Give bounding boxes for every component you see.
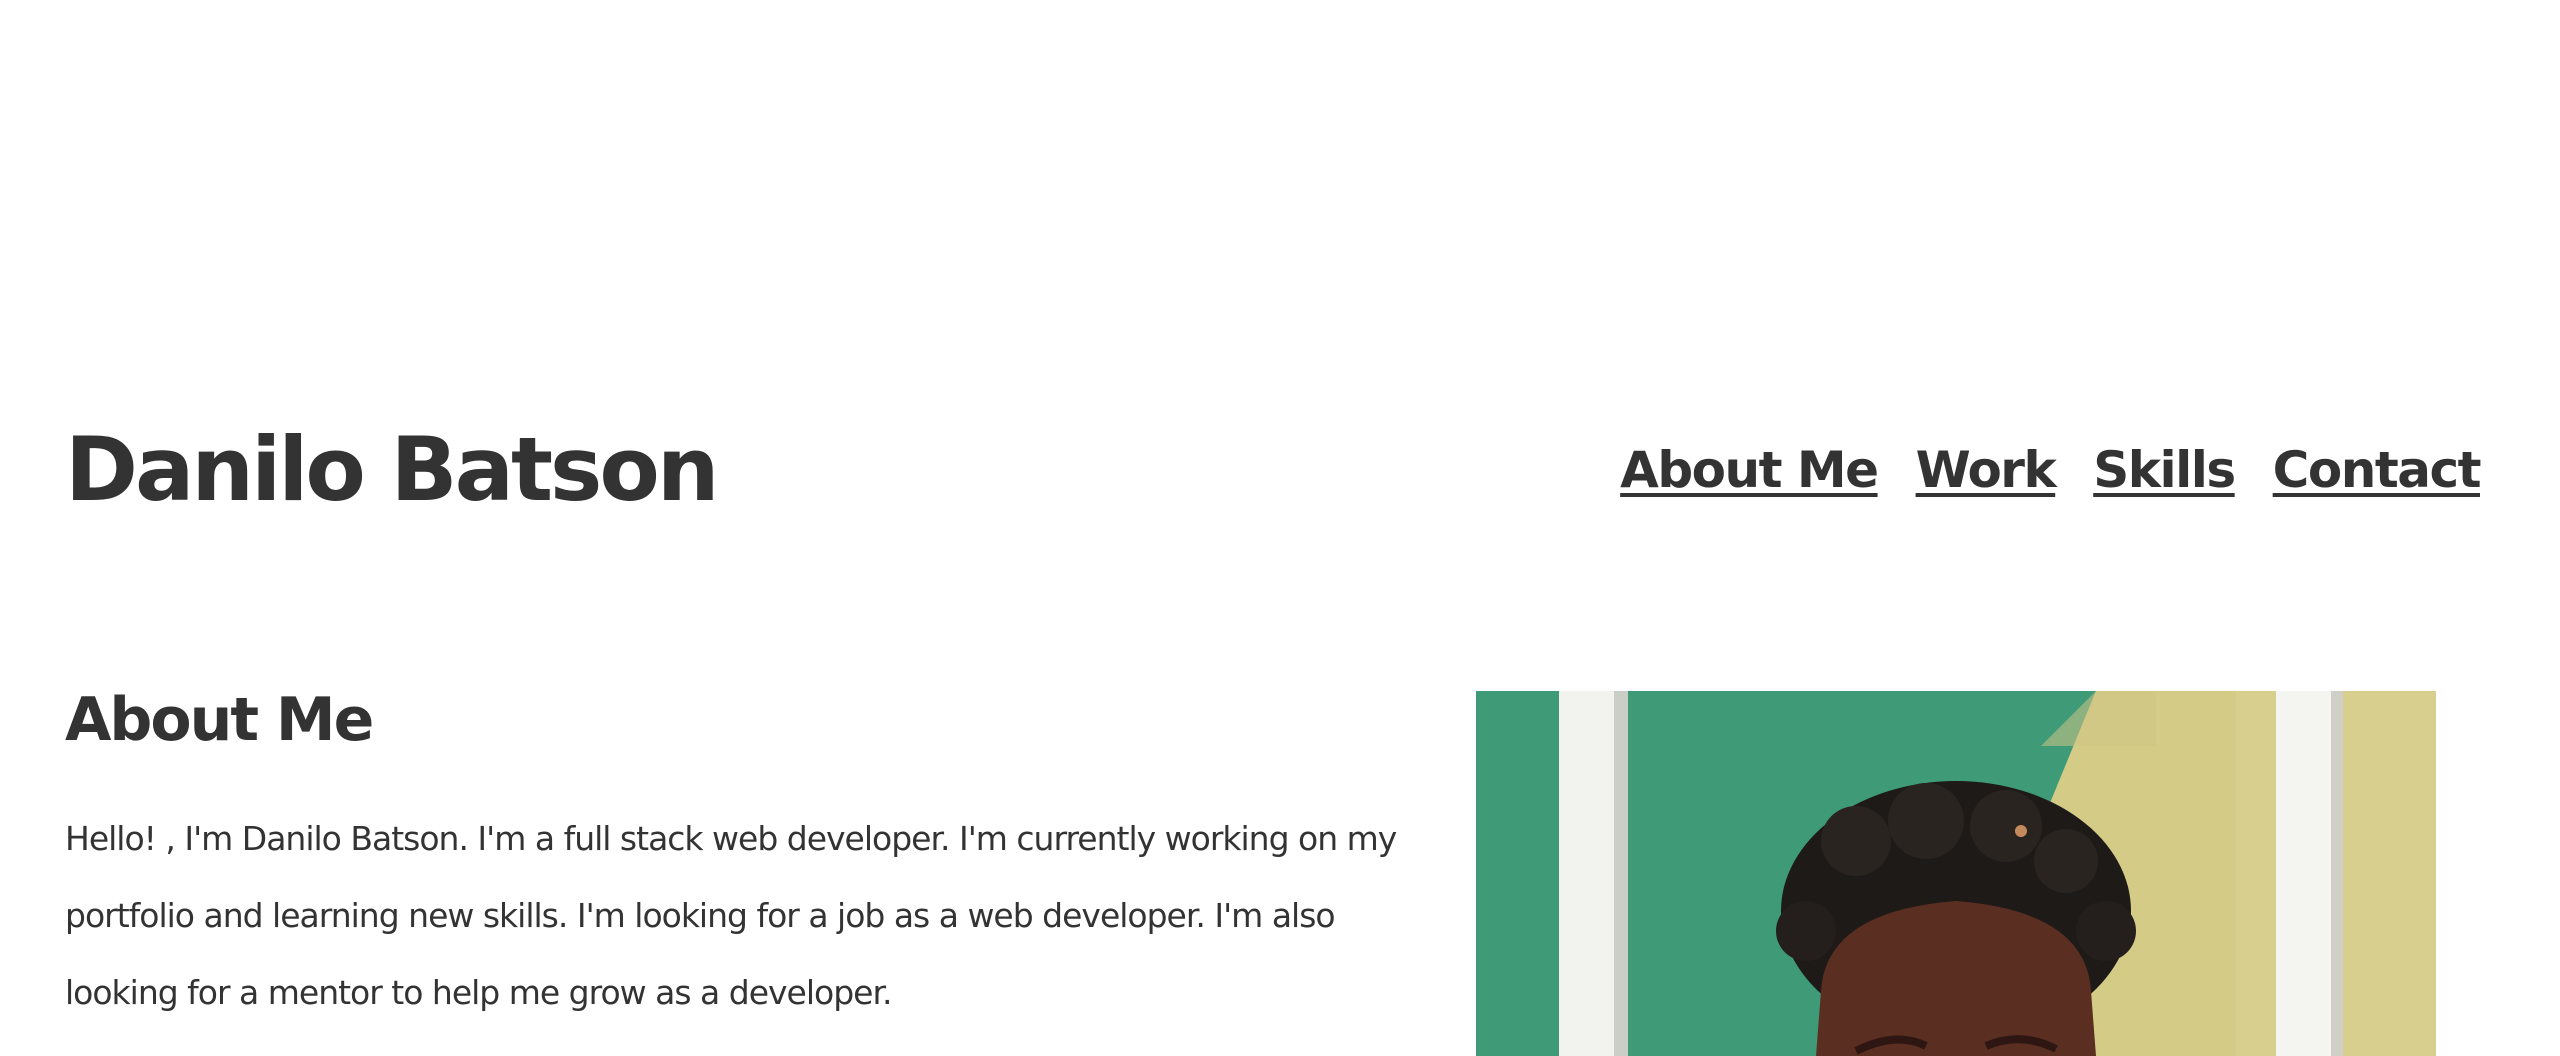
about-heading: About Me: [65, 685, 374, 755]
nav-link-skills[interactable]: Skills: [2093, 440, 2236, 500]
nav-link-about-me[interactable]: About Me: [1620, 440, 1879, 500]
about-paragraph: Hello! , I'm Danilo Batson. I'm a full s…: [65, 819, 1397, 1012]
site-title: Danilo Batson: [65, 418, 720, 521]
profile-photo: [1476, 691, 2436, 1056]
nav-link-contact[interactable]: Contact: [2273, 440, 2482, 500]
main-nav: About Me Work Skills Contact: [1620, 440, 2482, 500]
nav-link-work[interactable]: Work: [1916, 440, 2057, 500]
about-section: About Me Hello! , I'm Danilo Batson. I'm…: [65, 680, 1425, 1031]
site-header: Danilo Batson About Me Work Skills Conta…: [65, 410, 2482, 530]
